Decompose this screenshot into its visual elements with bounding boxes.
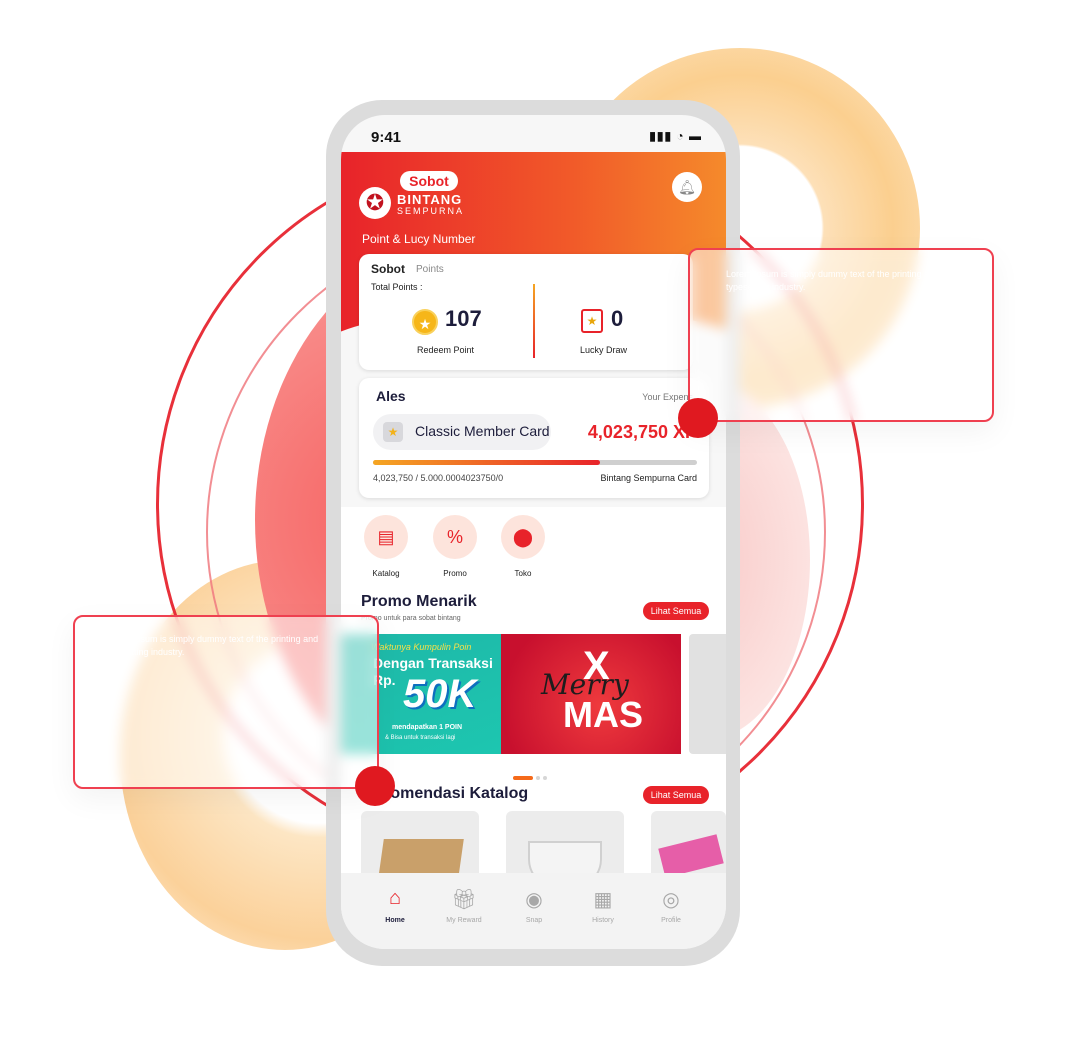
member-card-type: Classic Member Card [415,423,550,439]
tab-history[interactable]: ▦ History [575,887,631,924]
total-points-label: Total Points : [371,282,423,292]
points-card: Sobot Points Total Points : ★ 107 Redeem… [359,254,693,370]
gift-icon: 🎁︎ [451,889,477,911]
carousel-indicator [513,767,547,785]
product-box-image [378,839,464,877]
promo-banner-xmas[interactable]: X Merry MAS [501,634,681,754]
quick-menu: ▤ Katalog % Promo ⬤ Toko [341,507,726,587]
callout-pointer-dot-right [678,398,718,438]
phone-screen: 9:41 ▮▮▮ ◔ ▬ Sobot ✪ BINTANG SEMPURNA 🔔︎… [341,115,726,949]
tab-home[interactable]: ⌂ Home [367,887,423,924]
notebook-icon: ▤ [377,527,395,547]
promo-see-all-button[interactable]: Lihat Semua [643,602,709,620]
menu-item-toko[interactable]: ⬤ Toko [497,515,549,578]
signal-wifi-battery-icon: ▮▮▮ ◔ ▬ [649,129,702,143]
home-icon: ⌂ [388,887,402,909]
ticket-icon: ★ [581,309,603,333]
catalog-item-mug[interactable] [506,811,624,877]
catalog-item-cards[interactable] [651,811,726,877]
location-pin-icon: ⬤ [512,527,534,547]
tab-label: History [592,917,614,924]
bottom-tab-bar: ⌂ Home 🎁︎ My Reward ◉ Snap ▦ History ◎ P… [341,873,726,949]
promo-banner-partial[interactable] [689,634,726,754]
member-badge-icon: ★ [383,422,403,442]
member-name: Ales [376,388,406,404]
points-section-title: Point & Lucy Number [362,232,476,246]
logo-name: BINTANG [397,192,463,207]
lucky-draw-value: 0 [611,306,624,331]
menu-label: Toko [514,569,532,578]
banner-note: mendapatkan 1 POIN [392,724,463,731]
callout-text: Lorem Ipsum is simply dummy text of the … [726,269,940,292]
redeem-point-value: 107 [445,306,482,331]
menu-label: Promo [443,569,467,578]
tab-label: My Reward [446,917,482,924]
callout-pointer-dot-left [355,766,395,806]
tab-label: Profile [661,917,681,924]
logo-subname: SEMPURNA [397,206,465,216]
expense-label: Your Expens [642,392,693,402]
info-callout-right: Lorem Ipsum is simply dummy text of the … [688,248,994,422]
logo-badge: Sobot [400,171,458,191]
banner-amount: 50K [403,672,477,716]
tab-label: Snap [525,917,543,924]
points-divider [533,284,535,358]
profile-icon: ◎ [662,889,680,911]
banner-note-small: & Bisa untuk transaksi lagi [385,735,456,741]
points-brand-sub: Points [416,264,444,275]
product-cards-image [658,834,724,877]
member-card-type-pill[interactable]: ★ Classic Member Card [373,414,551,450]
banner-tagline: Waktunya Kumpulin Poin [371,642,472,652]
menu-item-katalog[interactable]: ▤ Katalog [360,515,412,578]
camera-icon: ◉ [525,889,543,911]
product-mug-image [528,841,602,877]
carousel-dot[interactable] [536,776,540,780]
star-logo-icon: ✪ [359,187,391,219]
membership-progress-bar [373,460,697,465]
xmas-mas-text: MAS [563,694,643,735]
target-card-label: Bintang Sempurna Card [600,473,697,483]
tab-profile[interactable]: ◎ Profile [643,887,699,924]
coin-icon: ★ [412,309,438,335]
callout-text: Lorem Ipsum is simply dummy text of the … [105,634,319,657]
rekomendasi-see-all-button[interactable]: Lihat Semua [643,786,709,804]
menu-label: Katalog [372,569,400,578]
notification-bell-icon[interactable]: 🔔︎ [672,172,702,202]
progress-text: 4,023,750 / 5.000.0004023750/0 [373,473,504,483]
promo-section-title: Promo Menarik [361,593,477,610]
info-callout-left: Lorem Ipsum is simply dummy text of the … [73,615,379,789]
redeem-point-label[interactable]: Redeem Point [417,345,474,355]
discount-icon: % [446,527,463,547]
membership-progress-fill [373,460,600,465]
tab-label: Home [385,917,405,924]
tab-snap[interactable]: ◉ Snap [506,887,562,924]
member-card[interactable]: Ales Your Expens ★ Classic Member Card 4… [359,378,709,498]
menu-item-promo[interactable]: % Promo [429,515,481,578]
tab-my-reward[interactable]: 🎁︎ My Reward [436,887,492,924]
lucky-draw-label[interactable]: Lucky Draw [580,345,627,355]
points-brand: Sobot [371,262,405,276]
banner-headline: Dengan Transaksi [373,655,493,671]
carousel-dot-active[interactable] [513,776,533,780]
status-time: 9:41 [371,129,402,146]
carousel-dot[interactable] [543,776,547,780]
catalog-item-box[interactable] [361,811,479,877]
history-icon: ▦ [593,889,613,911]
